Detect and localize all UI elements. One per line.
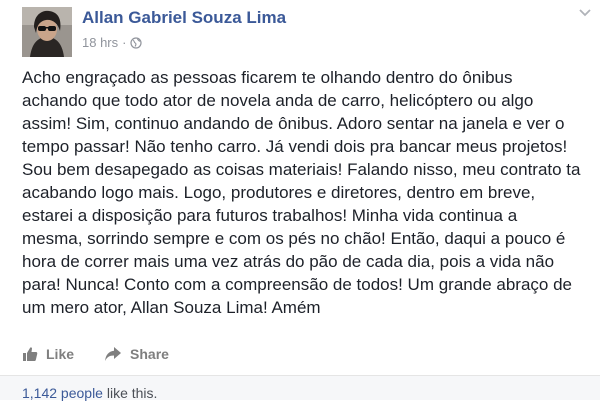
meta-separator: ·: [122, 35, 127, 50]
post-actions: Like Share: [22, 343, 169, 365]
post-meta: 18 hrs ·: [82, 35, 143, 50]
post-text: Acho engraçado as pessoas ficarem te olh…: [22, 68, 581, 317]
globe-icon[interactable]: [130, 36, 143, 49]
share-button[interactable]: Share: [104, 346, 169, 362]
likes-count-link[interactable]: 1,142 people: [22, 385, 103, 401]
share-arrow-icon: [105, 347, 122, 361]
likes-suffix: like this.: [102, 385, 158, 401]
like-label: Like: [46, 346, 75, 362]
likes-summary: 1,142 people like this.: [22, 385, 157, 401]
post-time[interactable]: 18 hrs: [82, 35, 118, 50]
like-button[interactable]: Like: [22, 346, 74, 362]
author-name[interactable]: Allan Gabriel Souza Lima: [82, 8, 286, 28]
post-card: Allan Gabriel Souza Lima 18 hrs · Acho e…: [0, 0, 600, 401]
likes-bar: 1,142 people like this.: [0, 376, 600, 401]
share-label: Share: [130, 346, 169, 362]
chevron-down-icon[interactable]: [578, 8, 592, 18]
avatar[interactable]: [22, 7, 72, 57]
avatar-image: [22, 7, 72, 57]
thumbs-up-icon: [23, 347, 38, 361]
